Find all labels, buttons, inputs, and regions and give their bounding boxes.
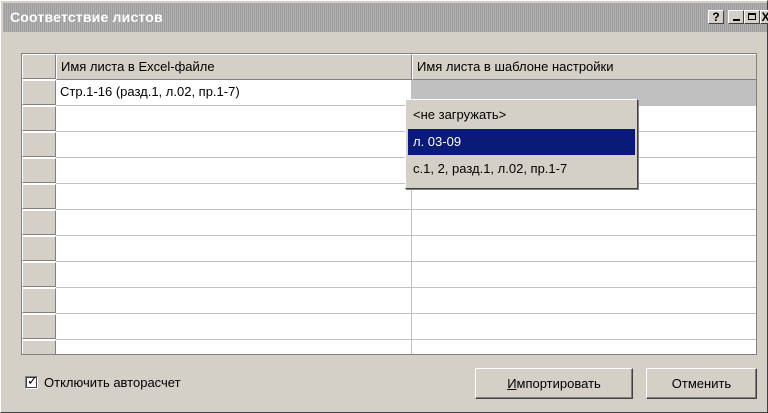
excel-sheet-cell[interactable] xyxy=(56,340,412,354)
sheet-dropdown-list[interactable]: <не загружать> л. 03-09 с.1, 2, разд.1, … xyxy=(405,99,638,189)
excel-sheet-cell[interactable] xyxy=(56,184,412,210)
table-row[interactable] xyxy=(22,132,756,158)
import-accel-key: И xyxy=(507,376,517,391)
import-button[interactable]: Импортировать xyxy=(475,368,633,399)
checkmark-icon: ✓ xyxy=(27,373,38,388)
table-row[interactable] xyxy=(22,236,756,262)
excel-sheet-cell[interactable] xyxy=(56,262,412,288)
row-header[interactable] xyxy=(22,236,56,261)
dropdown-option[interactable]: <не загружать> xyxy=(408,102,635,128)
close-button[interactable]: X xyxy=(760,10,768,24)
row-header[interactable] xyxy=(22,184,56,209)
column-header-template-sheet[interactable]: Имя листа в шаблоне настройки xyxy=(412,54,756,80)
grid-header-row: Имя листа в Excel-файле Имя листа в шабл… xyxy=(22,54,756,80)
maximize-icon xyxy=(748,13,756,20)
disable-autocalc-label[interactable]: Отключить авторасчет xyxy=(44,375,181,390)
row-header[interactable] xyxy=(22,132,56,157)
row-header[interactable] xyxy=(22,80,56,105)
table-row[interactable] xyxy=(22,340,756,354)
row-header[interactable] xyxy=(22,106,56,131)
dropdown-option-selected[interactable]: л. 03-09 xyxy=(408,129,635,155)
window-title: Соответствие листов xyxy=(10,9,163,25)
corner-header[interactable] xyxy=(22,54,56,79)
dropdown-option[interactable]: с.1, 2, разд.1, л.02, пр.1-7 xyxy=(408,156,635,182)
table-row[interactable] xyxy=(22,158,756,184)
excel-sheet-cell[interactable] xyxy=(56,106,412,132)
table-row[interactable] xyxy=(22,314,756,340)
table-row[interactable] xyxy=(22,106,756,132)
table-row[interactable] xyxy=(22,210,756,236)
excel-sheet-cell[interactable] xyxy=(56,314,412,340)
excel-sheet-cell[interactable] xyxy=(56,288,412,314)
row-header[interactable] xyxy=(22,158,56,183)
title-bar[interactable]: Соответствие листов ? X xyxy=(3,3,768,32)
sheet-mapping-grid[interactable]: Имя листа в Excel-файле Имя листа в шабл… xyxy=(21,53,757,355)
template-sheet-cell[interactable] xyxy=(412,340,756,354)
excel-sheet-cell[interactable] xyxy=(56,158,412,184)
column-header-excel-sheet[interactable]: Имя листа в Excel-файле xyxy=(56,54,412,80)
dialog-window: Соответствие листов ? X Имя листа в Exce… xyxy=(0,0,768,413)
excel-sheet-cell[interactable] xyxy=(56,132,412,158)
cancel-button[interactable]: Отменить xyxy=(646,368,757,399)
table-row[interactable]: Стр.1-16 (разд.1, л.02, пр.1-7) xyxy=(22,80,756,106)
excel-sheet-cell[interactable] xyxy=(56,210,412,236)
disable-autocalc-checkbox[interactable]: ✓ xyxy=(25,373,38,389)
minimize-button[interactable] xyxy=(728,10,744,24)
maximize-button[interactable] xyxy=(744,10,760,24)
excel-sheet-cell[interactable]: Стр.1-16 (разд.1, л.02, пр.1-7) xyxy=(56,80,412,106)
template-sheet-cell[interactable] xyxy=(412,210,756,236)
excel-sheet-cell[interactable] xyxy=(56,236,412,262)
template-sheet-cell[interactable] xyxy=(412,288,756,314)
table-row[interactable] xyxy=(22,262,756,288)
help-button[interactable]: ? xyxy=(708,10,724,24)
import-label: мпортировать xyxy=(516,376,601,391)
row-header[interactable] xyxy=(22,262,56,287)
template-sheet-cell[interactable] xyxy=(412,236,756,262)
template-sheet-cell[interactable] xyxy=(412,314,756,340)
table-row[interactable] xyxy=(22,184,756,210)
row-header[interactable] xyxy=(22,210,56,235)
minimize-icon xyxy=(733,19,740,21)
template-sheet-cell[interactable] xyxy=(412,262,756,288)
table-row[interactable] xyxy=(22,288,756,314)
row-header[interactable] xyxy=(22,288,56,313)
row-header[interactable] xyxy=(22,340,56,354)
row-header[interactable] xyxy=(22,314,56,339)
